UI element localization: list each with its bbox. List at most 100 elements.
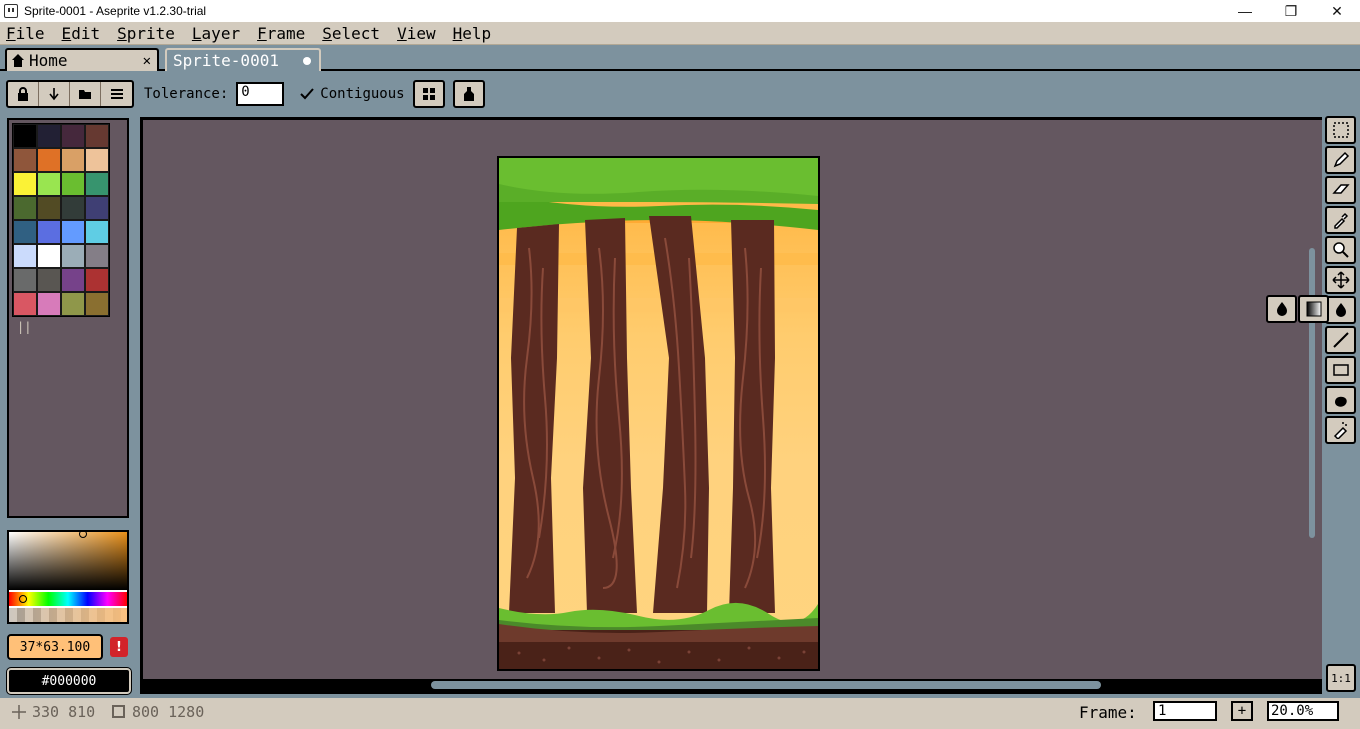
menu-help[interactable]: Help (453, 24, 492, 43)
menu-view[interactable]: View (397, 24, 436, 43)
selection-mode-group (6, 80, 134, 108)
hue-marker (19, 595, 27, 603)
arrow-down-icon[interactable] (39, 82, 70, 106)
palette-swatch[interactable] (85, 244, 109, 268)
menu-lines-icon[interactable] (101, 82, 132, 106)
background-color-button[interactable]: #000000 (6, 667, 132, 695)
horizontal-scrollbar-thumb[interactable] (431, 681, 1101, 689)
palette-swatch[interactable] (13, 220, 37, 244)
maximize-button[interactable]: ❐ (1268, 0, 1314, 22)
tab-home-label: Home (29, 51, 68, 70)
cursor-position: 330 810 (12, 703, 95, 721)
eraser-icon[interactable] (1325, 176, 1356, 204)
fill-tool-popup (1266, 295, 1330, 325)
palette-swatch[interactable] (37, 172, 61, 196)
sprite-size: 800 1280 (112, 703, 204, 721)
palette-swatch[interactable] (37, 268, 61, 292)
contiguous-label: Contiguous (320, 86, 405, 102)
menu-file[interactable]: File (6, 24, 45, 43)
canvas-editor[interactable] (140, 117, 1322, 694)
menu-layer[interactable]: Layer (192, 24, 240, 43)
palette-swatch[interactable] (37, 220, 61, 244)
palette-swatch[interactable] (61, 220, 85, 244)
palette-swatch[interactable] (85, 292, 109, 316)
menu-select[interactable]: Select (322, 24, 380, 43)
line-icon[interactable] (1325, 326, 1356, 354)
horizontal-scrollbar[interactable] (143, 679, 1322, 691)
close-tab-icon[interactable]: ✕ (143, 53, 151, 69)
palette-swatch[interactable] (61, 292, 85, 316)
palette-swatch[interactable] (85, 220, 109, 244)
color-spectrum[interactable] (7, 530, 129, 624)
size-icon (112, 705, 125, 718)
palette-resize-handle[interactable]: || (17, 320, 31, 334)
palette-swatch[interactable] (61, 124, 85, 148)
eyedropper-icon[interactable] (1325, 206, 1356, 234)
tab-home[interactable]: Home ✕ (5, 48, 159, 71)
tool-bar (1325, 116, 1358, 450)
frame-input[interactable]: 1 (1153, 701, 1217, 721)
palette-swatch[interactable] (61, 148, 85, 172)
palette-swatch[interactable] (61, 244, 85, 268)
drop-icon[interactable] (1266, 295, 1297, 323)
window-title-bar: Sprite-0001 - Aseprite v1.2.30-trial — ❐… (0, 0, 1360, 22)
palette-swatch[interactable] (85, 268, 109, 292)
status-bar: 330 810 800 1280 Frame: 1 + 20.0% (0, 698, 1360, 729)
aseprite-app-icon (4, 4, 18, 18)
palette-swatch[interactable] (85, 196, 109, 220)
palette-swatch[interactable] (13, 268, 37, 292)
palette-swatch[interactable] (13, 292, 37, 316)
palette-swatch[interactable] (37, 196, 61, 220)
folder-icon[interactable] (70, 82, 101, 106)
palette-swatch[interactable] (37, 148, 61, 172)
palette-swatch[interactable] (85, 172, 109, 196)
move-icon[interactable] (1325, 266, 1356, 294)
palette-swatch[interactable] (37, 124, 61, 148)
palette-swatch[interactable] (37, 244, 61, 268)
vertical-scrollbar[interactable] (1307, 120, 1319, 680)
pencil-icon[interactable] (1325, 146, 1356, 174)
palette-swatch[interactable] (37, 292, 61, 316)
saturation-value-picker[interactable] (9, 532, 127, 590)
gradient-icon[interactable] (1298, 295, 1329, 323)
ink-options-icon[interactable] (452, 80, 485, 108)
menu-edit[interactable]: Edit (62, 24, 101, 43)
lock-icon[interactable] (8, 82, 39, 106)
palette-swatch[interactable] (85, 124, 109, 148)
tab-sprite[interactable]: Sprite-0001 (165, 48, 321, 71)
rectangle-icon[interactable] (1325, 356, 1356, 384)
foreground-color-button[interactable]: 37*63.100 (7, 634, 103, 660)
close-window-button[interactable]: ✕ (1314, 0, 1360, 22)
zoom-icon[interactable] (1325, 236, 1356, 264)
add-frame-button[interactable]: + (1231, 701, 1253, 721)
unsaved-dot-icon[interactable] (303, 56, 311, 65)
blob-icon[interactable] (1325, 386, 1356, 414)
palette-swatch[interactable] (13, 196, 37, 220)
tolerance-input[interactable]: 0 (236, 82, 285, 106)
menu-frame[interactable]: Frame (257, 24, 305, 43)
zoom-input[interactable]: 20.0% (1267, 701, 1339, 721)
contiguous-checkbox[interactable]: Contiguous (300, 86, 405, 102)
crosshair-icon (12, 705, 26, 719)
alpha-slider[interactable] (9, 608, 127, 622)
minimize-button[interactable]: — (1222, 0, 1268, 22)
cursor-position-value: 330 810 (32, 703, 96, 721)
home-icon (11, 53, 25, 68)
palette-swatch[interactable] (13, 244, 37, 268)
palette-swatch[interactable] (85, 148, 109, 172)
palette-swatch[interactable] (13, 172, 37, 196)
menu-sprite[interactable]: Sprite (117, 24, 175, 43)
spray-icon[interactable] (1325, 416, 1356, 444)
sample-options-icon[interactable] (412, 80, 445, 108)
zoom-one-to-one-button[interactable]: 1:1 (1326, 664, 1356, 692)
marquee-icon[interactable] (1325, 116, 1356, 144)
palette-swatch[interactable] (61, 172, 85, 196)
sv-marker (79, 532, 87, 538)
warning-icon[interactable]: ! (110, 637, 128, 657)
vertical-scrollbar-thumb[interactable] (1309, 248, 1315, 538)
palette-swatch[interactable] (61, 196, 85, 220)
palette-swatch[interactable] (13, 124, 37, 148)
palette-swatch[interactable] (61, 268, 85, 292)
sprite-canvas[interactable] (497, 156, 820, 671)
palette-swatch[interactable] (13, 148, 37, 172)
